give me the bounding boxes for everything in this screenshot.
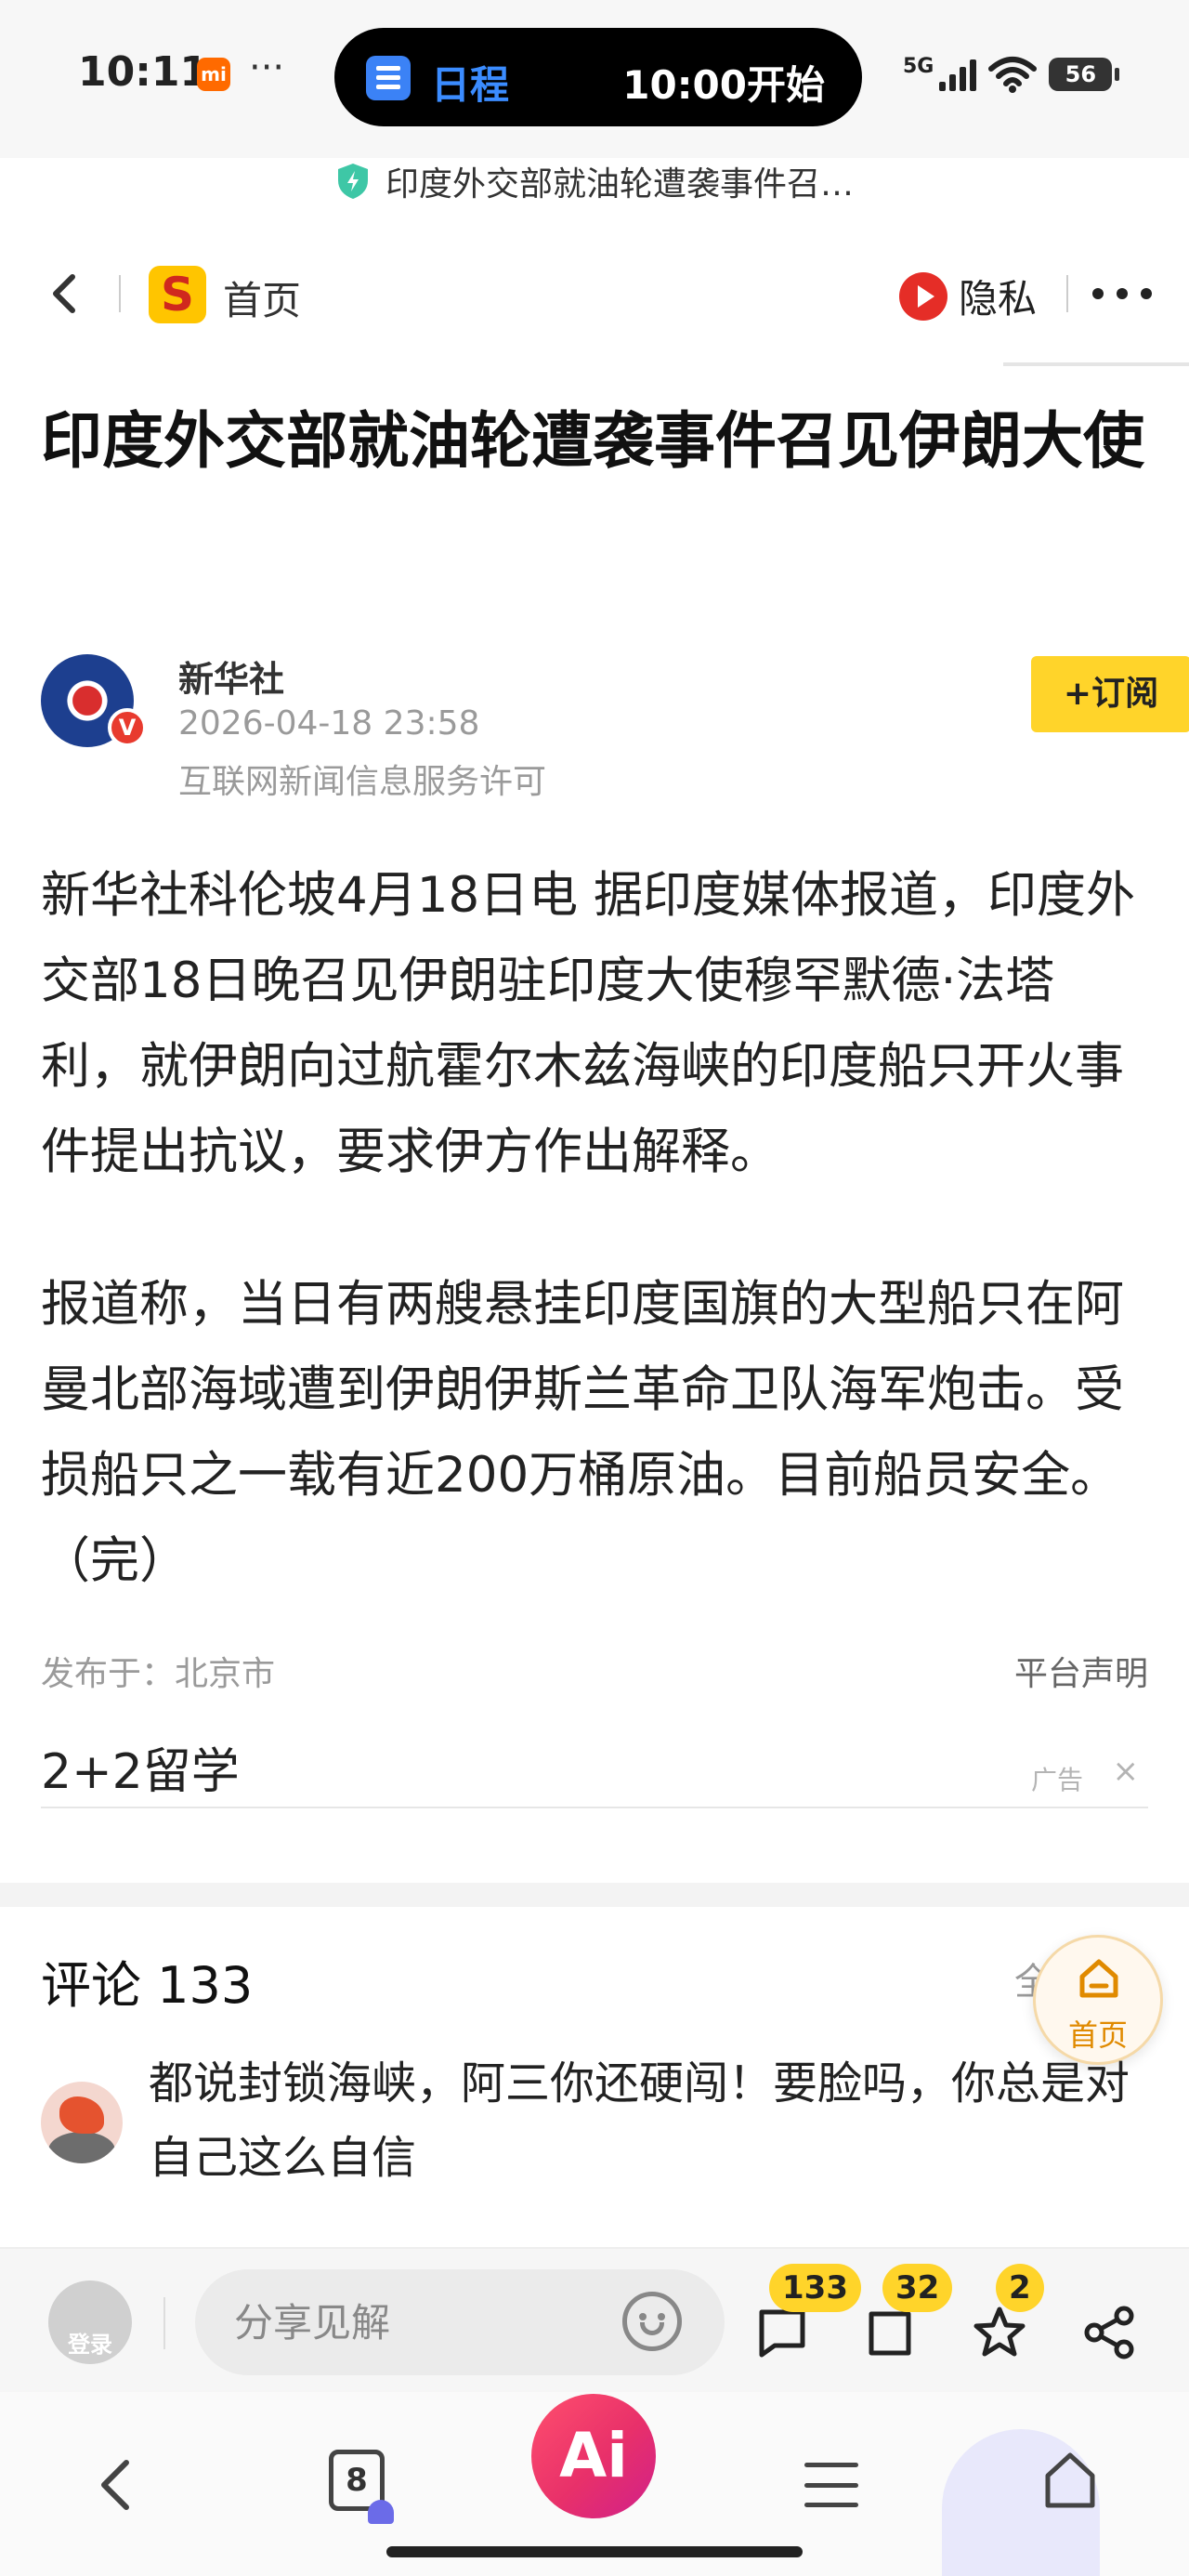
- back-icon[interactable]: [37, 266, 93, 322]
- signal-icon: [939, 58, 977, 91]
- comment-action-bar: 登录 133 32 2: [0, 2247, 1189, 2392]
- share-icon[interactable]: [1081, 2305, 1137, 2360]
- page-url-title: 印度外交部就油轮遭袭事件召…: [385, 165, 854, 204]
- comment-text: 都说封锁海峡，阿三你还硬闯！要脸吗，你总是对自己这么自信: [149, 2057, 1130, 2184]
- divider: [1003, 362, 1189, 366]
- article-header: S 首页 隐私: [0, 232, 1189, 366]
- emoji-icon[interactable]: [622, 2292, 682, 2351]
- address-bar[interactable]: 印度外交部就油轮遭袭事件召…: [0, 149, 1189, 214]
- divider: [163, 2297, 165, 2349]
- commenter-avatar[interactable]: [41, 2082, 123, 2163]
- calendar-icon: [366, 56, 411, 100]
- star-count-badge: 2: [996, 2264, 1044, 2312]
- ad-label: 广告: [1030, 1765, 1083, 1795]
- comment-icon[interactable]: [754, 2305, 810, 2360]
- network-type: 5G: [903, 54, 934, 78]
- article-paragraph: 新华社科伦坡4月18日电 据印度媒体报道，印度外交部18日晚召见伊朗驻印度大使穆…: [41, 867, 1136, 1180]
- incognito-icon: [368, 2500, 394, 2524]
- menu-icon[interactable]: [804, 2463, 858, 2507]
- privacy-button[interactable]: 隐私: [899, 268, 1037, 324]
- home-indicator[interactable]: [386, 2546, 803, 2557]
- status-bar: 10:11 mi ··· 日程 10:00开始 5G 56 印度外交部就油轮遭袭…: [0, 0, 1189, 204]
- home-icon[interactable]: [1040, 2450, 1100, 2511]
- collect-count-badge: 32: [882, 2264, 953, 2312]
- publish-date: 2026-04-18 23:58: [178, 704, 480, 743]
- schedule-label: 日程: [431, 62, 510, 108]
- divider: [1066, 275, 1068, 312]
- close-icon[interactable]: ×: [1113, 1753, 1140, 1790]
- mi-app-icon: mi: [197, 58, 230, 91]
- back-icon[interactable]: [89, 2457, 145, 2513]
- divider: [119, 275, 121, 312]
- ad-banner[interactable]: 2+2留学 广告 ×: [41, 1727, 1148, 1808]
- clock: 10:11: [78, 48, 209, 96]
- shield-icon: [337, 164, 368, 199]
- ad-title[interactable]: 2+2留学: [41, 1732, 240, 1802]
- article-title: 印度外交部就油轮遭袭事件召见伊朗大使: [41, 405, 1144, 477]
- section-divider: [0, 1883, 1189, 1907]
- comments-heading: 评论 133: [41, 1956, 254, 2015]
- ai-assistant-button[interactable]: Ai: [531, 2394, 656, 2518]
- platform-disclaimer-link[interactable]: 平台声明: [1014, 1647, 1148, 1695]
- battery-icon: 56: [1049, 58, 1120, 91]
- collect-icon[interactable]: [862, 2305, 918, 2360]
- login-label: 登录: [68, 2332, 112, 2358]
- wifi-icon: [988, 57, 1038, 93]
- author-name[interactable]: 新华社: [178, 651, 284, 702]
- more-options-icon[interactable]: [1092, 275, 1152, 312]
- author-block: V 新华社 2026-04-18 23:58 互联网新闻信息服务许可 +订阅: [41, 651, 1189, 808]
- license-text: 互联网新闻信息服务许可: [178, 763, 547, 801]
- article-paragraph: 报道称，当日有两艘悬挂印度国旗的大型船只在阿曼北部海域遭到伊朗伊斯兰革命卫队海军…: [41, 1276, 1124, 1589]
- published-location: 发布于：北京市: [41, 1655, 276, 1693]
- privacy-label: 隐私: [959, 276, 1038, 322]
- home-icon: [1079, 1959, 1118, 1998]
- subscribe-button[interactable]: +订阅: [1031, 656, 1189, 732]
- privacy-play-icon: [899, 271, 947, 321]
- login-avatar[interactable]: 登录: [48, 2280, 132, 2364]
- verified-badge: V: [108, 708, 147, 747]
- home-link[interactable]: 首页: [223, 269, 301, 326]
- more-notifications-icon: ···: [249, 46, 285, 89]
- system-indicators: 5G 56: [903, 48, 1120, 100]
- schedule-island[interactable]: 日程 10:00开始: [334, 28, 862, 126]
- floating-home-button[interactable]: 首页: [1033, 1935, 1163, 2065]
- star-icon[interactable]: [972, 2305, 1027, 2360]
- app-logo-icon[interactable]: S: [149, 266, 206, 323]
- comment-count-badge: 133: [769, 2264, 861, 2312]
- schedule-time: 10:00开始: [622, 62, 825, 108]
